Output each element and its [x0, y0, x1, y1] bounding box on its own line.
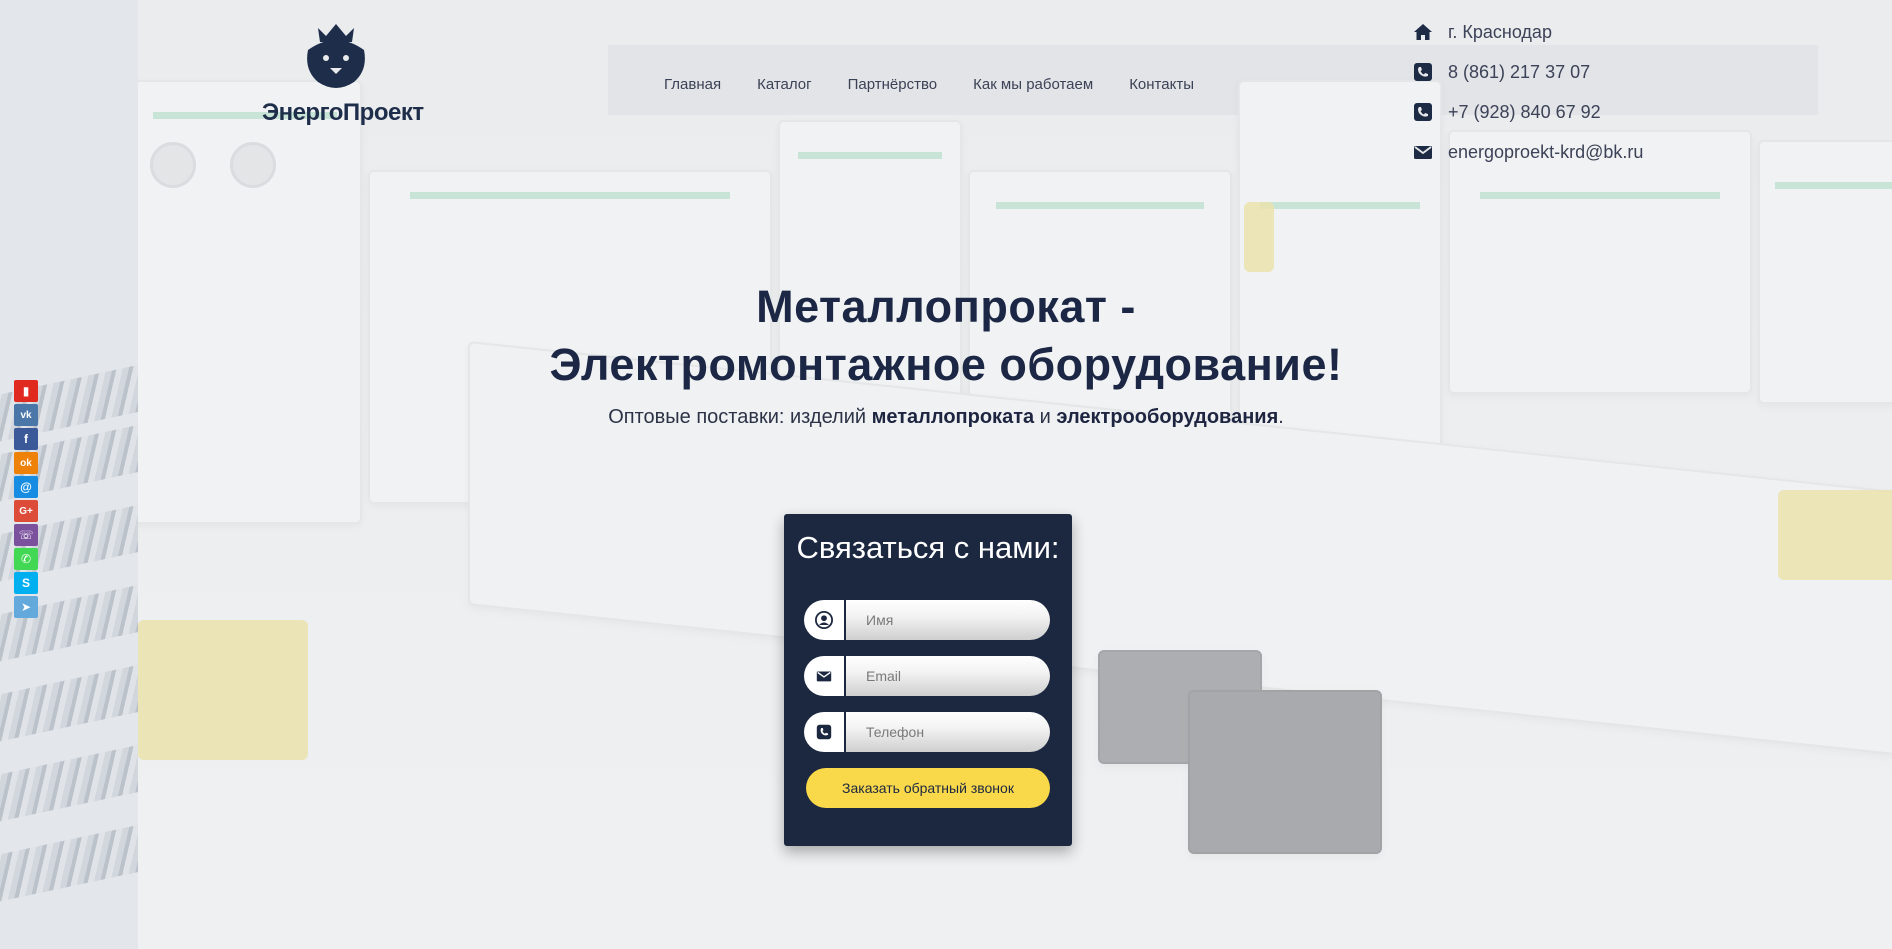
googleplus-icon[interactable]: G+: [14, 500, 38, 522]
hero-title-line-2: Электромонтажное оборудование!: [549, 339, 1343, 390]
social-share-bar: ▮ vk f ok @ G+ ☏ ✆ S ➤: [14, 380, 38, 620]
mailru-icon[interactable]: @: [14, 476, 38, 498]
envelope-icon: [1412, 141, 1434, 163]
nav-item-how-we-work[interactable]: Как мы работаем: [973, 76, 1093, 93]
viber-icon[interactable]: ☏: [14, 524, 38, 546]
name-field: [804, 600, 1050, 640]
email-field: [804, 656, 1050, 696]
bookmark-icon[interactable]: ▮: [14, 380, 38, 402]
facebook-icon[interactable]: f: [14, 428, 38, 450]
user-icon: [804, 600, 844, 640]
header-contacts: г. Краснодар 8 (861) 217 37 07 +7 (928) …: [1412, 12, 1643, 172]
nav-item-contacts[interactable]: Контакты: [1129, 76, 1194, 93]
whatsapp-icon[interactable]: ✆: [14, 548, 38, 570]
hero-title: Металлопрокат - Электромонтажное оборудо…: [0, 278, 1892, 394]
logo-name: ЭнергоПроект: [262, 99, 424, 126]
phone-icon: [1412, 101, 1434, 123]
contact-phone-1[interactable]: 8 (861) 217 37 07: [1412, 52, 1643, 92]
envelope-icon: [804, 656, 844, 696]
skype-icon[interactable]: S: [14, 572, 38, 594]
phone-icon: [804, 712, 844, 752]
contact-phone-2[interactable]: +7 (928) 840 67 92: [1412, 92, 1643, 132]
nav-item-home[interactable]: Главная: [664, 76, 721, 93]
nav-item-partnership[interactable]: Партнёрство: [848, 76, 938, 93]
odnoklassniki-icon[interactable]: ok: [14, 452, 38, 474]
hero-headline: Металлопрокат - Электромонтажное оборудо…: [0, 278, 1892, 429]
contact-city: г. Краснодар: [1412, 12, 1643, 52]
email-input[interactable]: [846, 656, 1050, 696]
contact-form: Связаться с нами: Заказать обратный звон…: [784, 514, 1072, 846]
hero-title-line-1: Металлопрокат -: [756, 281, 1136, 332]
nav-item-catalog[interactable]: Каталог: [757, 76, 812, 93]
vk-icon[interactable]: vk: [14, 404, 38, 426]
callback-button[interactable]: Заказать обратный звонок: [806, 768, 1050, 808]
name-input[interactable]: [846, 600, 1050, 640]
phone-field: [804, 712, 1050, 752]
home-icon: [1412, 21, 1434, 43]
logo[interactable]: ЭнергоПроект: [262, 20, 424, 138]
phone-input[interactable]: [846, 712, 1050, 752]
phone-icon: [1412, 61, 1434, 83]
lion-crown-icon: [307, 24, 365, 88]
hero-subtitle: Оптовые поставки: изделий металлопроката…: [608, 406, 1284, 428]
telegram-icon[interactable]: ➤: [14, 596, 38, 618]
contact-email[interactable]: energoproekt-krd@bk.ru: [1412, 132, 1643, 172]
contact-form-title: Связаться с нами:: [796, 530, 1060, 565]
main-nav: Главная Каталог Партнёрство Как мы работ…: [664, 76, 1230, 93]
